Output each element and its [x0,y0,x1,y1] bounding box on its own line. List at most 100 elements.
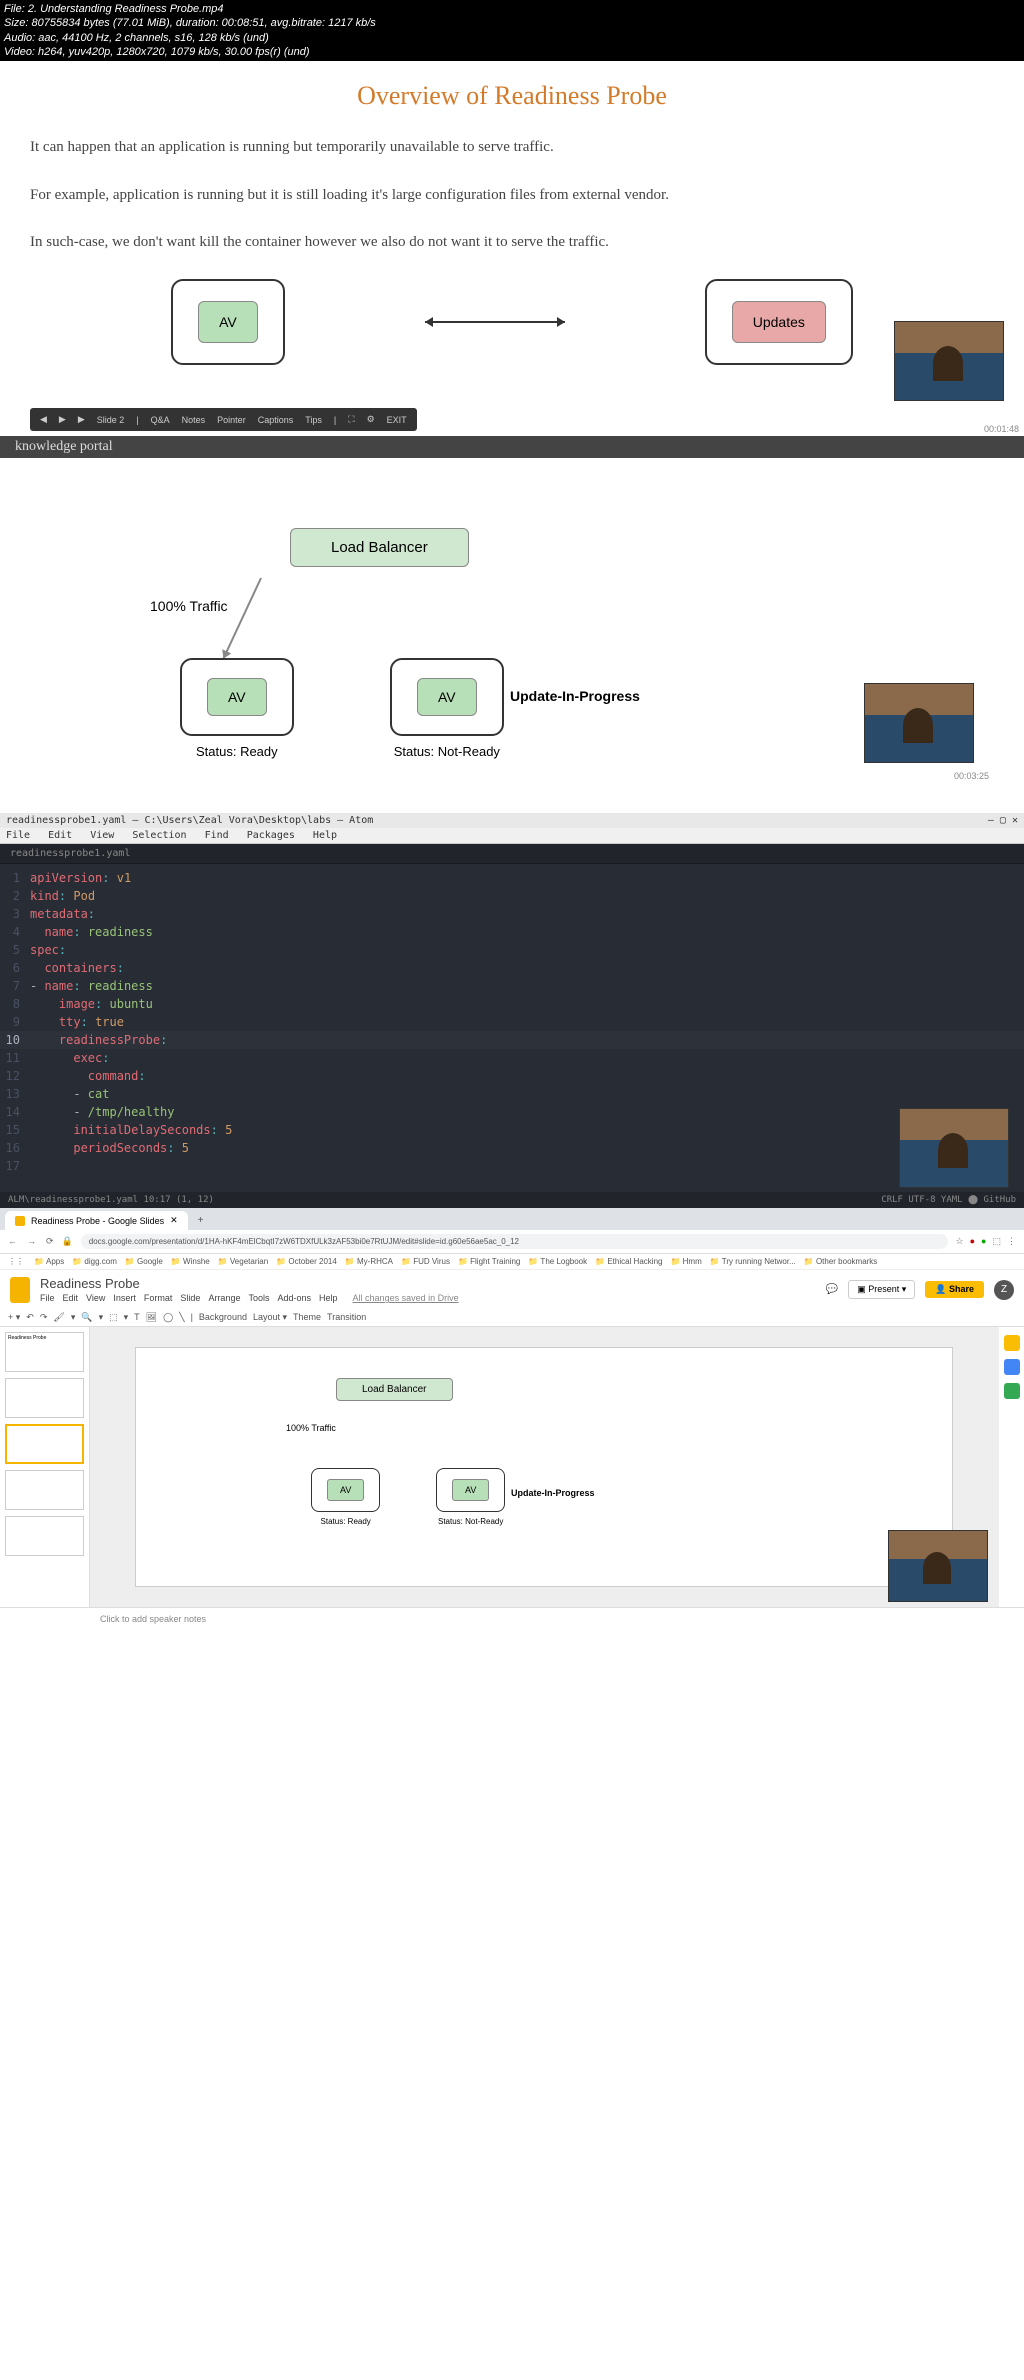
toolbar-item[interactable]: ◯ [163,1312,173,1323]
fullscreen-icon[interactable]: ⛶ [348,414,354,425]
slides-menubar[interactable]: FileEditViewInsertFormatSlideArrangeTool… [40,1293,816,1303]
url-field[interactable]: docs.google.com/presentation/d/1HA-hKF4m… [81,1234,948,1249]
toolbar-item[interactable]: 🔍 [81,1312,92,1323]
menu-packages[interactable]: Packages [247,830,295,841]
toolbar-item[interactable]: Transition [327,1312,366,1323]
slides-logo-icon[interactable] [10,1277,30,1303]
present-button[interactable]: ▣ Present ▾ [848,1280,915,1299]
slide-counter[interactable]: Slide 2 [97,415,125,425]
slides-toolbar[interactable]: + ▾ ↶ ↷ 🖌 ▾ 🔍 ▾ ⬚ ▾ T 🖼 ◯ ╲ | Background… [0,1309,1024,1327]
reload-icon[interactable]: ⟳ [46,1236,54,1247]
toolbar-item[interactable]: ⬚ [109,1312,118,1323]
right-sidebar[interactable] [998,1327,1024,1607]
back-icon[interactable]: ← [8,1236,17,1247]
thumbnail-4[interactable] [5,1470,84,1510]
forward-icon[interactable]: → [27,1236,36,1247]
bookmark-item[interactable]: 📁 Flight Training [458,1257,520,1266]
settings-icon[interactable]: ⚙ [367,414,375,425]
exit-button[interactable]: EXIT [387,415,407,425]
qa-button[interactable]: Q&A [151,415,170,425]
toolbar-item[interactable]: T [134,1312,140,1323]
menu-item[interactable]: Insert [113,1293,136,1303]
close-icon[interactable]: ✕ [170,1215,178,1226]
av-notready[interactable]: AV Status: Not-Ready [436,1468,505,1526]
notes-button[interactable]: Notes [182,415,206,425]
window-controls[interactable]: — ▢ ✕ [988,815,1018,826]
bookmark-item[interactable]: 📁 The Logbook [528,1257,587,1266]
toolbar-item[interactable]: ▾ [99,1312,104,1323]
traffic-label[interactable]: 100% Traffic [286,1423,336,1433]
thumbnail-5[interactable] [5,1516,84,1556]
toolbar-item[interactable]: ↷ [40,1312,48,1323]
browser-tab[interactable]: Readiness Probe - Google Slides ✕ [5,1211,188,1230]
atom-menubar[interactable]: File Edit View Selection Find Packages H… [0,828,1024,844]
thumbnail-1[interactable]: Readiness Probe [5,1332,84,1372]
nav-buttons[interactable]: ← → ⟳ [8,1236,54,1247]
menu-item[interactable]: View [86,1293,105,1303]
menu-find[interactable]: Find [205,830,229,841]
calendar-icon[interactable] [1004,1335,1020,1351]
bookmark-item[interactable]: 📁 Other bookmarks [804,1257,878,1266]
update-label[interactable]: Update-In-Progress [511,1488,595,1498]
bookmark-item[interactable]: 📁 Hmm [670,1257,701,1266]
tasks-icon[interactable] [1004,1383,1020,1399]
menu-view[interactable]: View [90,830,114,841]
bookmark-item[interactable]: 📁 Google [125,1257,163,1266]
comment-icon[interactable]: 💬 [826,1284,838,1295]
bookmark-item[interactable]: 📁 Try running Networ... [710,1257,796,1266]
menu-file[interactable]: File [6,830,30,841]
captions-button[interactable]: Captions [258,415,294,425]
current-slide[interactable]: Load Balancer 100% Traffic AV Status: Re… [135,1347,953,1587]
thumbnail-2[interactable] [5,1378,84,1418]
toolbar-item[interactable]: 🖼 [146,1312,157,1323]
toolbar-item[interactable]: ▾ [71,1312,76,1323]
presentation-toolbar[interactable]: ◀ ▶ ▶ Slide 2 | Q&A Notes Pointer Captio… [30,408,417,431]
toolbar-item[interactable]: ▾ [124,1312,129,1323]
pointer-button[interactable]: Pointer [217,415,246,425]
menu-selection[interactable]: Selection [132,830,186,841]
bookmarks-bar[interactable]: ⋮⋮ 📁 Apps📁 digg.com📁 Google📁 Winshe📁 Veg… [0,1254,1024,1270]
bookmark-item[interactable]: 📁 Ethical Hacking [595,1257,662,1266]
menu-item[interactable]: Add-ons [277,1293,311,1303]
lock-icon[interactable]: 🔒 [62,1236,73,1247]
bookmark-item[interactable]: 📁 digg.com [72,1257,117,1266]
extension-icons[interactable]: ☆●●⬚⋮ [956,1236,1016,1247]
prev-icon[interactable]: ◀ [40,414,47,425]
menu-item[interactable]: Slide [180,1293,200,1303]
toolbar-item[interactable]: | [191,1312,193,1323]
document-title[interactable]: Readiness Probe [40,1276,816,1291]
new-tab-button[interactable]: + [190,1213,212,1228]
menu-item[interactable]: Help [319,1293,338,1303]
toolbar-item[interactable]: ╲ [179,1312,184,1323]
toolbar-item[interactable]: Theme [293,1312,321,1323]
keep-icon[interactable] [1004,1359,1020,1375]
tips-button[interactable]: Tips [305,415,322,425]
menu-item[interactable]: Tools [248,1293,269,1303]
play-icon[interactable]: ▶ [59,414,66,425]
slide-canvas[interactable]: Load Balancer 100% Traffic AV Status: Re… [90,1327,998,1607]
thumbnail-3[interactable] [5,1424,84,1464]
menu-item[interactable]: File [40,1293,55,1303]
slide-thumbnails[interactable]: Readiness Probe [0,1327,90,1607]
atom-file-tab[interactable]: readinessprobe1.yaml [0,844,1024,864]
menu-item[interactable]: Arrange [208,1293,240,1303]
toolbar-item[interactable]: Layout ▾ [253,1312,287,1323]
next-icon[interactable]: ▶ [78,414,85,425]
menu-edit[interactable]: Edit [48,830,72,841]
bookmark-item[interactable]: 📁 My-RHCA [345,1257,393,1266]
user-avatar[interactable]: Z [994,1280,1014,1300]
toolbar-item[interactable]: ↶ [26,1312,34,1323]
menu-item[interactable]: Edit [63,1293,79,1303]
share-button[interactable]: 👤 Share [925,1281,984,1298]
toolbar-item[interactable]: 🖌 [53,1312,64,1323]
code-editor[interactable]: 1apiVersion: v12kind: Pod3metadata:4 nam… [0,864,1024,1180]
bookmark-item[interactable]: 📁 October 2014 [276,1257,337,1266]
speaker-notes[interactable]: Click to add speaker notes [0,1607,1024,1630]
menu-help[interactable]: Help [313,830,337,841]
browser-addressbar[interactable]: ← → ⟳ 🔒 docs.google.com/presentation/d/1… [0,1230,1024,1254]
load-balancer-box[interactable]: Load Balancer [336,1378,453,1401]
toolbar-item[interactable]: Background [199,1312,247,1323]
browser-tabs[interactable]: Readiness Probe - Google Slides ✕ + [0,1208,1024,1230]
bookmark-item[interactable]: 📁 Winshe [171,1257,210,1266]
bookmark-item[interactable]: 📁 FUD Virus [401,1257,450,1266]
